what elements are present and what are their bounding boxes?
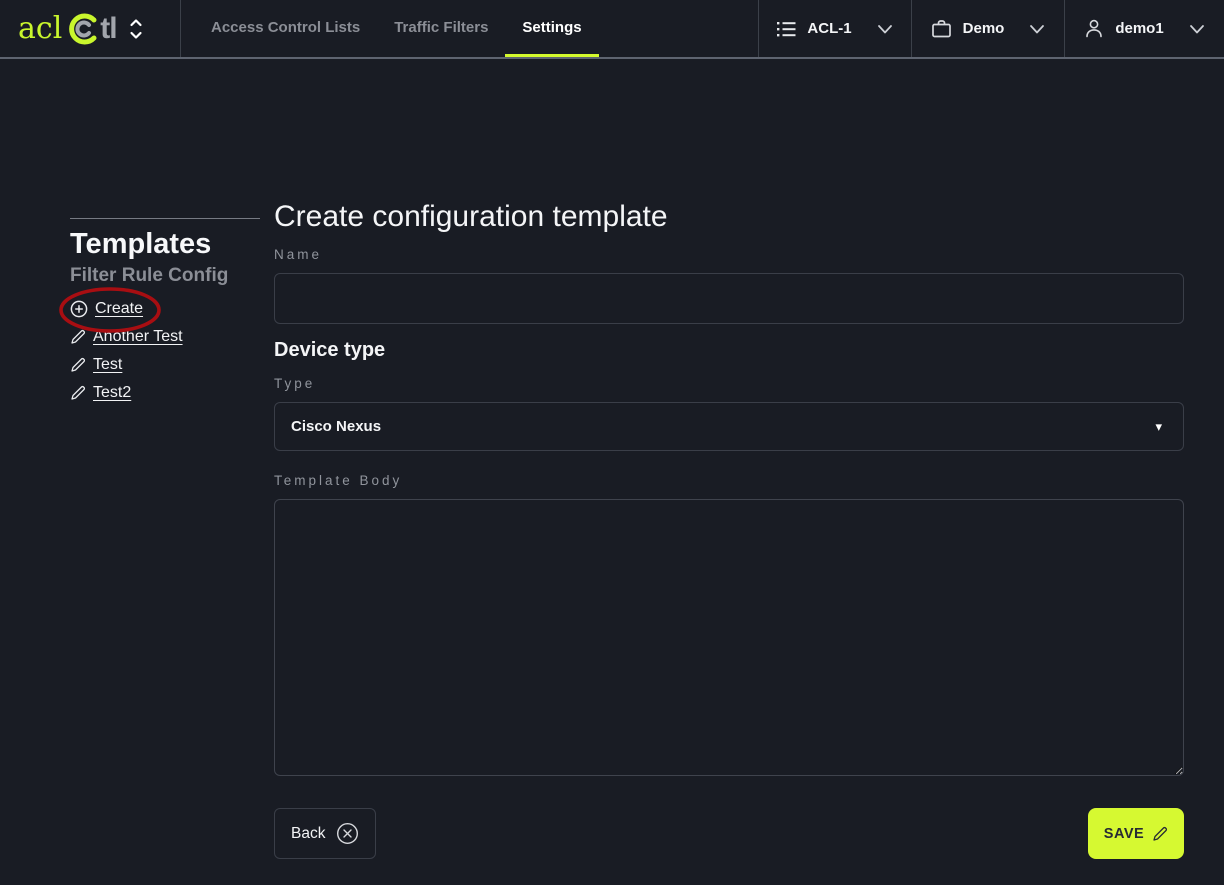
main-nav: Access Control Lists Traffic Filters Set… — [194, 0, 599, 57]
save-button[interactable]: SAVE — [1088, 808, 1184, 859]
templates-sidebar: Templates Filter Rule Config Create Anot… — [59, 218, 260, 859]
briefcase-icon — [931, 20, 951, 38]
template-body-textarea[interactable] — [274, 499, 1184, 776]
list-icon — [777, 21, 796, 36]
nav-settings[interactable]: Settings — [505, 0, 599, 57]
sidebar-subtitle: Filter Rule Config — [70, 265, 229, 286]
device-type-select[interactable]: Cisco Nexus ▾ — [274, 402, 1184, 451]
nav-access-control-lists[interactable]: Access Control Lists — [194, 0, 377, 57]
workspace-selector[interactable]: Demo — [911, 0, 1064, 57]
person-icon — [1086, 19, 1103, 38]
logo-text-tl: tl — [100, 11, 117, 45]
workspace-selector-label: Demo — [962, 20, 1005, 37]
user-menu[interactable]: demo1 — [1064, 0, 1224, 57]
nav-traffic-filters[interactable]: Traffic Filters — [377, 0, 505, 57]
template-links: Create Another Test Test Test2 — [59, 287, 260, 402]
type-label: Type — [274, 376, 316, 391]
pencil-icon — [71, 385, 86, 400]
name-label: Name — [274, 247, 323, 262]
header-selectors: ACL-1 Demo demo1 — [758, 0, 1224, 57]
name-input[interactable] — [274, 273, 1184, 324]
template-link[interactable]: Another Test — [93, 328, 183, 346]
form-actions: Back SAVE — [274, 808, 1184, 859]
pencil-icon — [71, 329, 86, 344]
back-button[interactable]: Back — [274, 808, 377, 859]
device-type-selected-value: Cisco Nexus — [291, 418, 382, 435]
pencil-icon — [1153, 826, 1168, 841]
user-menu-label: demo1 — [1115, 20, 1164, 37]
chevron-down-icon — [877, 24, 892, 33]
create-template-link[interactable]: Create — [95, 300, 143, 318]
template-body-label: Template Body — [274, 473, 403, 488]
logo: acl tl — [18, 11, 118, 46]
app-logo[interactable]: acl tl — [0, 0, 181, 57]
logo-c-mark-icon — [69, 13, 97, 44]
save-button-label: SAVE — [1103, 825, 1145, 842]
sidebar-title: Templates — [70, 228, 212, 260]
back-button-label: Back — [291, 824, 326, 842]
create-template-form: Create configuration template Name Devic… — [274, 200, 1184, 859]
page-title: Create configuration template — [274, 200, 668, 233]
plus-circle-icon — [70, 300, 88, 318]
acl-selector-label: ACL-1 — [807, 20, 852, 37]
top-bar: acl tl Access Control Lists Traffic Filt… — [0, 0, 1224, 59]
template-item-row: Test — [70, 356, 260, 374]
template-link[interactable]: Test — [93, 356, 122, 374]
template-item-row: Another Test — [70, 328, 260, 346]
template-link[interactable]: Test2 — [93, 384, 131, 402]
select-caret-icon: ▾ — [1155, 419, 1162, 434]
chevron-down-icon — [1189, 24, 1204, 33]
device-type-heading: Device type — [274, 339, 386, 361]
x-circle-icon — [337, 822, 359, 845]
chevron-down-icon — [1030, 24, 1045, 33]
unfold-icon[interactable] — [129, 18, 143, 40]
create-template-row: Create — [70, 300, 260, 318]
pencil-icon — [71, 357, 86, 372]
sidebar-divider — [70, 218, 260, 219]
template-item-row: Test2 — [70, 384, 260, 402]
logo-text-acl: acl — [18, 11, 63, 46]
acl-selector[interactable]: ACL-1 — [758, 0, 911, 57]
page-content: Templates Filter Rule Config Create Anot… — [0, 59, 1224, 859]
